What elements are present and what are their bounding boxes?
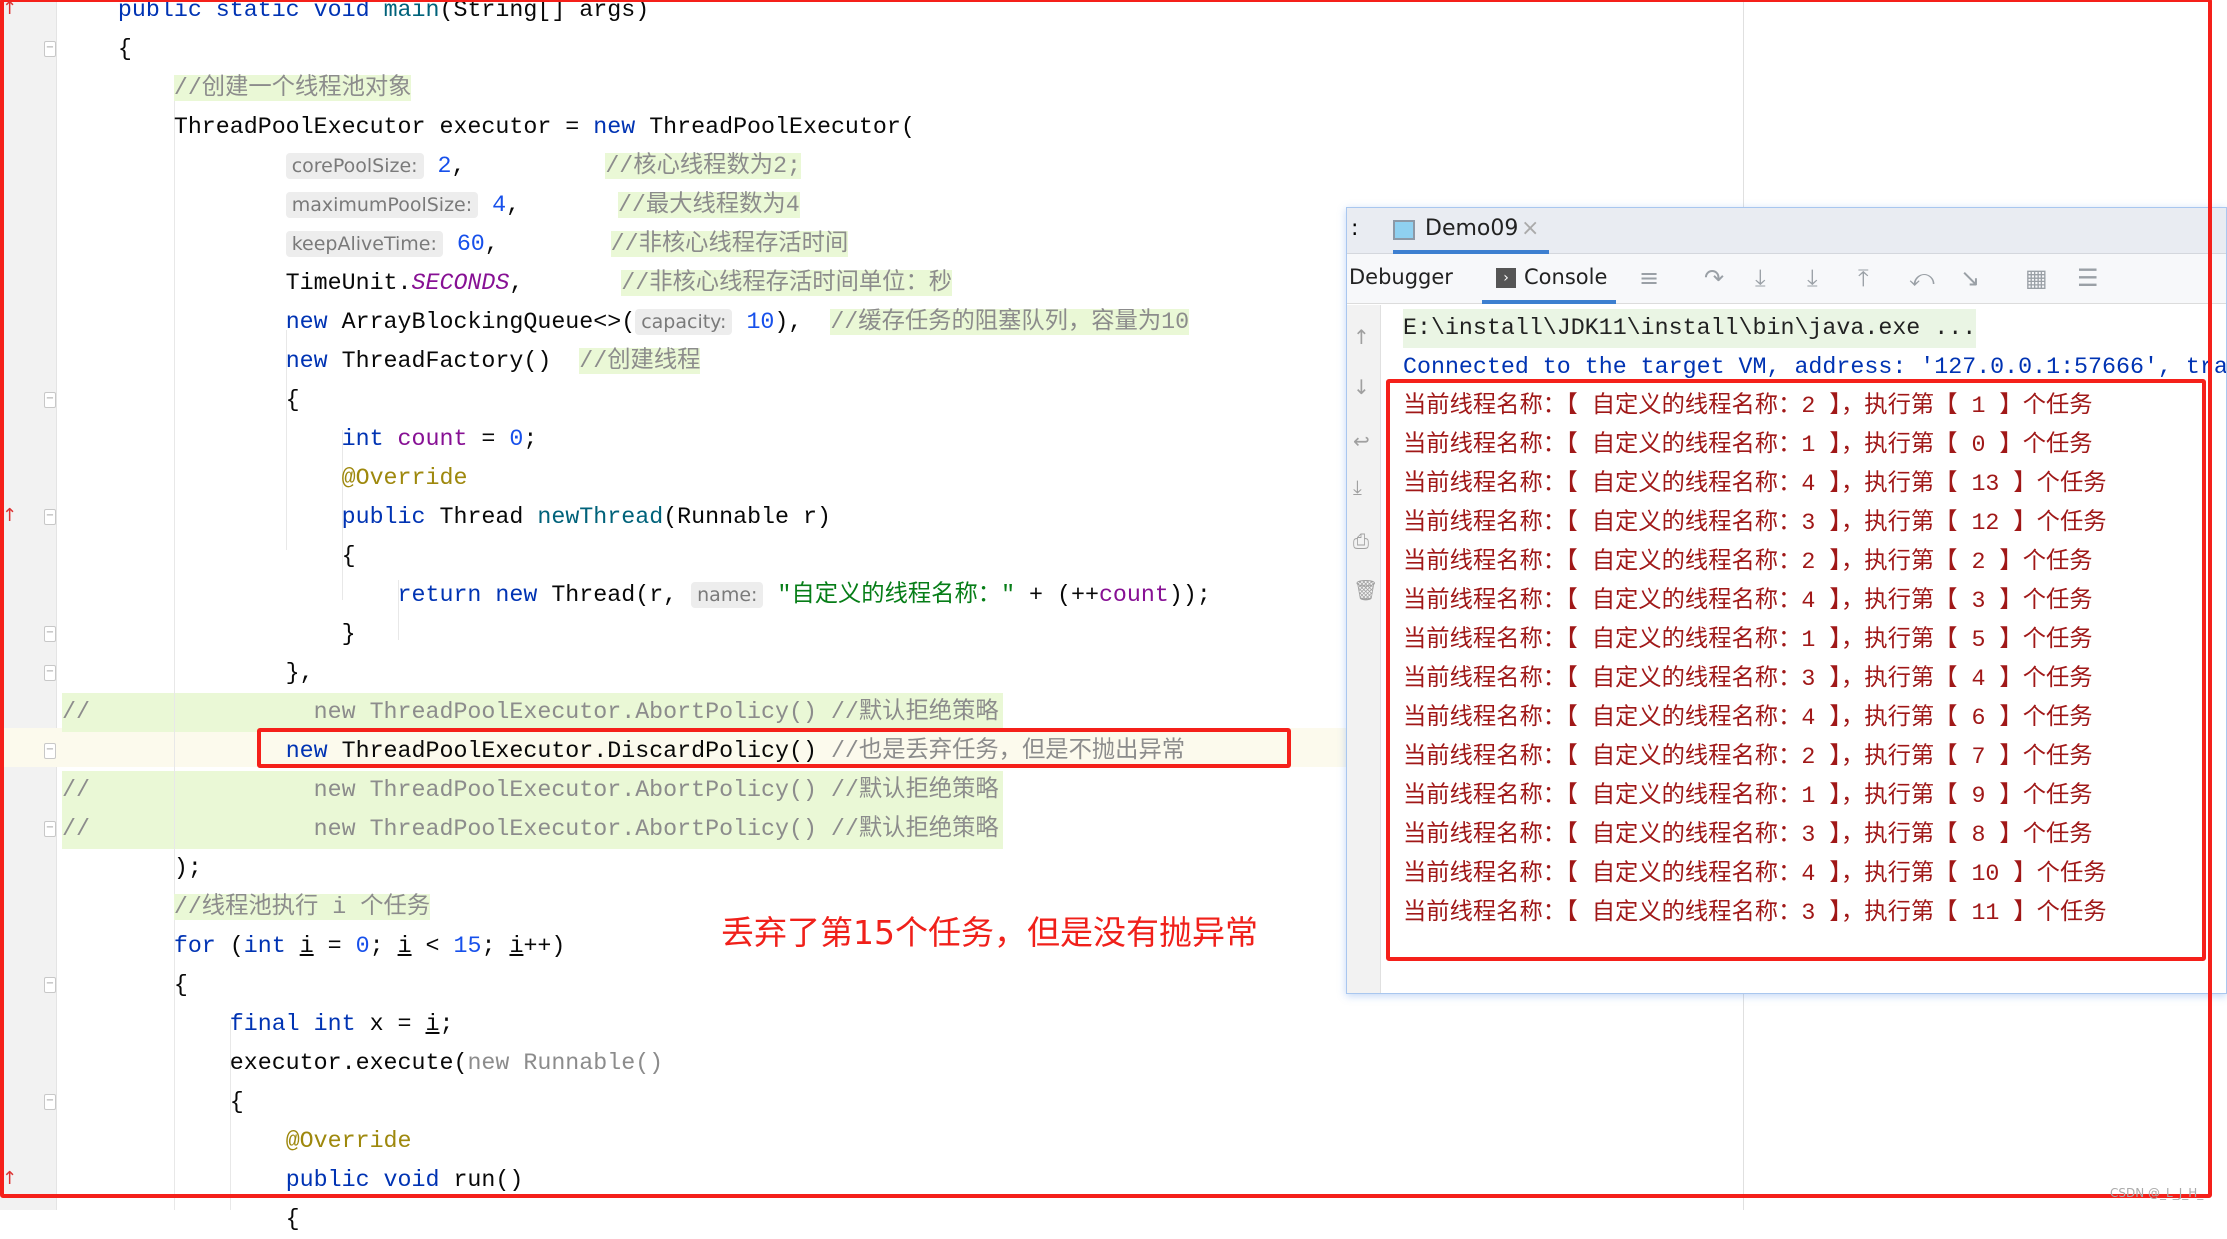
code-line[interactable]: { (62, 1200, 300, 1239)
fold-marker-icon[interactable]: − (44, 821, 56, 837)
override-gutter-icon[interactable]: ↑ (2, 0, 17, 19)
fold-marker-icon[interactable]: − (44, 1094, 56, 1110)
override-gutter-icon[interactable]: ↑ (2, 1168, 17, 1189)
fold-marker-icon[interactable]: − (44, 626, 56, 642)
fold-marker-icon[interactable]: − (44, 509, 56, 525)
override-gutter-icon[interactable]: ↑ (2, 505, 17, 526)
fold-marker-icon[interactable]: − (44, 743, 56, 759)
fold-marker-icon[interactable]: − (44, 392, 56, 408)
fold-marker-icon[interactable]: − (44, 41, 56, 57)
screenshot-outline-box (0, 0, 2212, 1198)
fold-marker-icon[interactable]: − (44, 665, 56, 681)
fold-marker-icon[interactable]: − (44, 977, 56, 993)
watermark: CSDN @_L_J_H_ (2110, 1186, 2204, 1200)
